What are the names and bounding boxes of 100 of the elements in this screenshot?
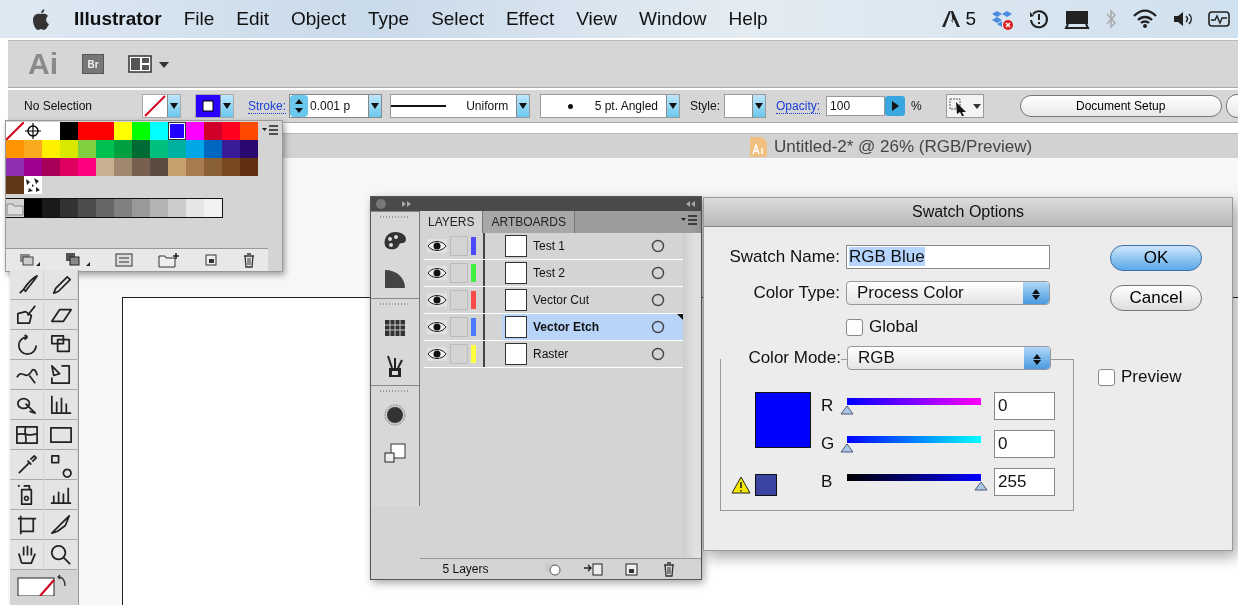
spin-buttons[interactable] — [290, 95, 308, 117]
target-icon[interactable] — [651, 266, 665, 280]
layer-row[interactable]: Raster — [424, 341, 683, 368]
color-mode-dropdown[interactable]: RGB — [847, 346, 1051, 370]
lock-toggle[interactable] — [450, 263, 468, 283]
lock-toggle[interactable] — [450, 317, 468, 337]
eye-icon[interactable] — [427, 293, 447, 307]
brushes-icon[interactable] — [385, 354, 405, 378]
palette-icon[interactable] — [382, 230, 408, 252]
swatch[interactable] — [24, 199, 42, 217]
menu-item[interactable]: Window — [639, 8, 707, 30]
bridge-button[interactable]: Br — [82, 54, 104, 74]
eye-icon[interactable] — [427, 266, 447, 280]
swatch[interactable] — [132, 140, 150, 158]
swatch[interactable] — [60, 199, 78, 217]
channel-value-field[interactable]: 255 — [994, 468, 1055, 496]
swatches-icon[interactable] — [384, 319, 406, 337]
swatch[interactable] — [96, 140, 114, 158]
swatch[interactable] — [78, 158, 96, 176]
swatch[interactable] — [204, 122, 222, 140]
adobe-icon[interactable] — [941, 9, 962, 29]
menu-item[interactable]: Select — [431, 8, 484, 30]
scroll-track[interactable] — [683, 233, 701, 558]
swatch[interactable] — [42, 140, 60, 158]
swatch[interactable] — [132, 199, 150, 217]
warning-icon[interactable] — [731, 476, 751, 494]
global-checkbox[interactable]: Global — [846, 317, 919, 337]
expand-icon[interactable] — [401, 200, 413, 208]
swatch[interactable] — [78, 199, 96, 217]
swatch[interactable] — [78, 140, 96, 158]
swatch[interactable] — [132, 158, 150, 176]
swatch-libraries-icon[interactable] — [17, 252, 41, 268]
swatch[interactable] — [114, 199, 132, 217]
wifi-icon[interactable] — [1132, 8, 1158, 30]
slider-thumb[interactable] — [840, 405, 854, 415]
swatch[interactable] — [240, 140, 258, 158]
trash-icon[interactable] — [241, 252, 257, 268]
channel-value-field[interactable]: 0 — [994, 392, 1055, 420]
transparency-icon[interactable] — [384, 442, 406, 464]
slider-thumb[interactable] — [974, 481, 988, 491]
swatch[interactable] — [168, 122, 186, 140]
swatch[interactable] — [204, 158, 222, 176]
swatch[interactable] — [186, 158, 204, 176]
opacity-link[interactable]: Opacity: — [776, 98, 821, 114]
target-icon[interactable] — [651, 293, 665, 307]
new-group-icon[interactable] — [157, 252, 181, 268]
cancel-button[interactable]: Cancel — [1110, 285, 1202, 311]
eye-icon[interactable] — [427, 320, 447, 334]
swatch[interactable] — [114, 140, 132, 158]
menu-item[interactable]: Type — [367, 8, 410, 30]
swatch[interactable] — [240, 122, 258, 140]
new-layer-icon[interactable] — [623, 562, 640, 576]
panel-menu-icon[interactable] — [681, 215, 697, 227]
slider-thumb[interactable] — [840, 443, 854, 453]
activity-monitor-icon[interactable] — [1208, 8, 1230, 30]
app-menu[interactable]: Illustrator — [74, 8, 162, 30]
swatch[interactable] — [6, 140, 24, 158]
target-icon[interactable] — [651, 320, 665, 334]
swatch-options-icon[interactable] — [113, 252, 135, 268]
new-sublayer-icon[interactable] — [582, 562, 603, 576]
swatch[interactable] — [222, 158, 240, 176]
menu-item[interactable]: Edit — [236, 8, 269, 30]
swatch[interactable] — [240, 158, 258, 176]
swatch[interactable] — [186, 122, 204, 140]
swatch[interactable] — [222, 122, 240, 140]
menu-item[interactable]: Help — [728, 8, 768, 30]
lock-toggle[interactable] — [450, 290, 468, 310]
clipping-mask-icon[interactable] — [543, 562, 562, 576]
document-setup-button[interactable]: Document Setup — [1019, 95, 1222, 117]
time-machine-icon[interactable] — [1028, 8, 1050, 30]
slider-track[interactable] — [847, 436, 981, 443]
lock-toggle[interactable] — [450, 344, 468, 364]
swatch[interactable] — [24, 158, 42, 176]
swatch[interactable] — [78, 122, 96, 140]
swatch[interactable] — [150, 158, 168, 176]
none-swatch[interactable] — [6, 122, 24, 140]
swatch[interactable] — [96, 158, 114, 176]
swatch[interactable] — [6, 176, 24, 194]
swatch[interactable] — [60, 122, 78, 140]
gamut-swatch[interactable] — [755, 474, 777, 496]
lock-toggle[interactable] — [450, 236, 468, 256]
swatch[interactable] — [168, 158, 186, 176]
swatch[interactable] — [168, 199, 186, 217]
style-dropdown[interactable] — [724, 94, 767, 118]
panel-tab[interactable]: LAYERS — [420, 211, 484, 233]
swatch-kinds-icon[interactable] — [63, 252, 91, 268]
swatch[interactable] — [222, 140, 240, 158]
collapse-icon[interactable] — [685, 200, 697, 208]
stroke-link[interactable]: Stroke: — [248, 98, 286, 114]
apple-icon[interactable] — [30, 7, 50, 31]
channel-value-field[interactable]: 0 — [994, 430, 1055, 458]
opacity-field[interactable]: 100 — [826, 96, 886, 116]
swatch[interactable] — [204, 140, 222, 158]
eye-icon[interactable] — [427, 239, 447, 253]
target-icon[interactable] — [651, 239, 665, 253]
swatch[interactable] — [150, 199, 168, 217]
layer-row[interactable]: Test 1 — [424, 233, 683, 260]
swatch[interactable] — [114, 122, 132, 140]
layer-row[interactable]: Test 2 — [424, 260, 683, 287]
swatch[interactable] — [186, 140, 204, 158]
